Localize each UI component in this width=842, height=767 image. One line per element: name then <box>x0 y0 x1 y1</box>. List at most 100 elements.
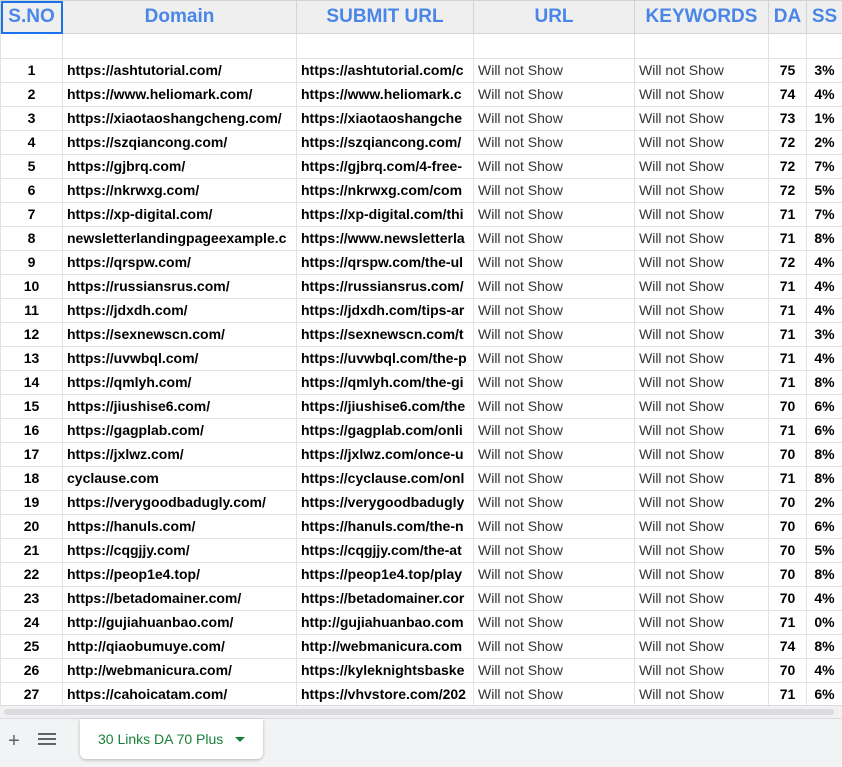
cell-sno[interactable]: 4 <box>1 131 63 155</box>
cell-da[interactable]: 71 <box>769 467 807 491</box>
cell-ss[interactable]: 4% <box>807 83 842 107</box>
cell[interactable] <box>1 34 63 59</box>
cell-ss[interactable]: 2% <box>807 131 842 155</box>
cell-da[interactable]: 71 <box>769 299 807 323</box>
cell-url[interactable]: Will not Show <box>474 227 635 251</box>
header-ss[interactable]: SS <box>807 1 842 34</box>
cell-ss[interactable]: 6% <box>807 395 842 419</box>
cell-domain[interactable]: https://jiushise6.com/ <box>63 395 297 419</box>
cell-keywords[interactable]: Will not Show <box>635 299 769 323</box>
cell-url[interactable]: Will not Show <box>474 347 635 371</box>
cell-submit-url[interactable]: https://vhvstore.com/202 <box>297 683 474 706</box>
sheet-tab-active[interactable]: 30 Links DA 70 Plus <box>80 719 263 759</box>
cell-keywords[interactable]: Will not Show <box>635 395 769 419</box>
cell-sno[interactable]: 11 <box>1 299 63 323</box>
cell-keywords[interactable]: Will not Show <box>635 59 769 83</box>
cell[interactable] <box>297 34 474 59</box>
header-url[interactable]: URL <box>474 1 635 34</box>
cell-keywords[interactable]: Will not Show <box>635 155 769 179</box>
cell-ss[interactable]: 6% <box>807 683 842 706</box>
cell-da[interactable]: 72 <box>769 179 807 203</box>
cell-sno[interactable]: 20 <box>1 515 63 539</box>
cell-da[interactable]: 71 <box>769 611 807 635</box>
cell-sno[interactable]: 6 <box>1 179 63 203</box>
cell-ss[interactable]: 8% <box>807 635 842 659</box>
cell-url[interactable]: Will not Show <box>474 419 635 443</box>
cell-url[interactable]: Will not Show <box>474 491 635 515</box>
cell-da[interactable]: 71 <box>769 371 807 395</box>
cell-url[interactable]: Will not Show <box>474 563 635 587</box>
cell-domain[interactable]: newsletterlandingpageexample.c <box>63 227 297 251</box>
scrollbar-thumb[interactable] <box>4 709 834 715</box>
cell-submit-url[interactable]: https://xp-digital.com/thi <box>297 203 474 227</box>
cell-url[interactable]: Will not Show <box>474 515 635 539</box>
cell-submit-url[interactable]: https://nkrwxg.com/com <box>297 179 474 203</box>
cell-domain[interactable]: https://russiansrus.com/ <box>63 275 297 299</box>
cell-keywords[interactable]: Will not Show <box>635 587 769 611</box>
cell-url[interactable]: Will not Show <box>474 299 635 323</box>
cell-keywords[interactable]: Will not Show <box>635 419 769 443</box>
cell-submit-url[interactable]: https://sexnewscn.com/t <box>297 323 474 347</box>
cell-keywords[interactable]: Will not Show <box>635 179 769 203</box>
cell-keywords[interactable]: Will not Show <box>635 683 769 706</box>
cell-url[interactable]: Will not Show <box>474 611 635 635</box>
cell-ss[interactable]: 6% <box>807 419 842 443</box>
cell-da[interactable]: 70 <box>769 539 807 563</box>
cell-domain[interactable]: https://qmlyh.com/ <box>63 371 297 395</box>
cell-submit-url[interactable]: https://xiaotaoshangche <box>297 107 474 131</box>
cell-ss[interactable]: 3% <box>807 59 842 83</box>
cell-da[interactable]: 71 <box>769 347 807 371</box>
cell-ss[interactable]: 4% <box>807 347 842 371</box>
cell-domain[interactable]: cyclause.com <box>63 467 297 491</box>
cell-domain[interactable]: https://jxlwz.com/ <box>63 443 297 467</box>
cell-domain[interactable]: https://www.heliomark.com/ <box>63 83 297 107</box>
cell-ss[interactable]: 4% <box>807 587 842 611</box>
cell-da[interactable]: 70 <box>769 515 807 539</box>
cell-sno[interactable]: 17 <box>1 443 63 467</box>
cell[interactable] <box>635 34 769 59</box>
cell-sno[interactable]: 7 <box>1 203 63 227</box>
cell-submit-url[interactable]: https://jxlwz.com/once-u <box>297 443 474 467</box>
cell-submit-url[interactable]: https://jdxdh.com/tips-ar <box>297 299 474 323</box>
cell-sno[interactable]: 26 <box>1 659 63 683</box>
cell-url[interactable]: Will not Show <box>474 371 635 395</box>
cell-keywords[interactable]: Will not Show <box>635 323 769 347</box>
cell-keywords[interactable]: Will not Show <box>635 203 769 227</box>
all-sheets-icon[interactable] <box>38 733 56 749</box>
cell-keywords[interactable]: Will not Show <box>635 467 769 491</box>
cell-url[interactable]: Will not Show <box>474 467 635 491</box>
cell-domain[interactable]: https://verygoodbadugly.com/ <box>63 491 297 515</box>
cell-ss[interactable]: 7% <box>807 155 842 179</box>
cell-ss[interactable]: 6% <box>807 515 842 539</box>
cell-domain[interactable]: https://uvwbql.com/ <box>63 347 297 371</box>
cell-ss[interactable]: 8% <box>807 467 842 491</box>
cell-ss[interactable]: 4% <box>807 251 842 275</box>
cell-submit-url[interactable]: https://www.heliomark.c <box>297 83 474 107</box>
chevron-down-icon[interactable] <box>235 737 245 742</box>
cell-submit-url[interactable]: https://qmlyh.com/the-gi <box>297 371 474 395</box>
cell-keywords[interactable]: Will not Show <box>635 539 769 563</box>
cell-submit-url[interactable]: https://qrspw.com/the-ul <box>297 251 474 275</box>
cell-keywords[interactable]: Will not Show <box>635 443 769 467</box>
cell-ss[interactable]: 8% <box>807 371 842 395</box>
cell-keywords[interactable]: Will not Show <box>635 347 769 371</box>
cell-sno[interactable]: 3 <box>1 107 63 131</box>
cell-sno[interactable]: 24 <box>1 611 63 635</box>
cell-url[interactable]: Will not Show <box>474 179 635 203</box>
cell-sno[interactable]: 15 <box>1 395 63 419</box>
cell-sno[interactable]: 19 <box>1 491 63 515</box>
cell-submit-url[interactable]: https://verygoodbadugly <box>297 491 474 515</box>
cell-url[interactable]: Will not Show <box>474 59 635 83</box>
header-keywords[interactable]: KEYWORDS <box>635 1 769 34</box>
cell-domain[interactable]: https://sexnewscn.com/ <box>63 323 297 347</box>
cell-url[interactable]: Will not Show <box>474 659 635 683</box>
cell-sno[interactable]: 13 <box>1 347 63 371</box>
cell-submit-url[interactable]: https://www.newsletterla <box>297 227 474 251</box>
cell-da[interactable]: 70 <box>769 659 807 683</box>
cell-domain[interactable]: http://webmanicura.com/ <box>63 659 297 683</box>
cell-ss[interactable]: 4% <box>807 659 842 683</box>
cell-da[interactable]: 71 <box>769 323 807 347</box>
cell-ss[interactable]: 0% <box>807 611 842 635</box>
cell-submit-url[interactable]: https://szqiancong.com/ <box>297 131 474 155</box>
cell-domain[interactable]: https://ashtutorial.com/ <box>63 59 297 83</box>
